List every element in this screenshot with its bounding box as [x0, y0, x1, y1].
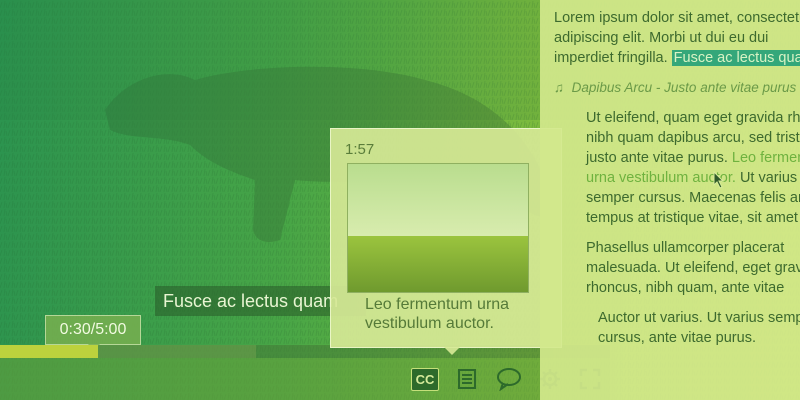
music-note-icon: ♫: [554, 80, 565, 95]
mouse-cursor-icon: [713, 171, 725, 189]
seek-preview-popup: 1:57 Leo fermentum urna vestibulum aucto…: [330, 128, 562, 355]
preview-caption-line: vestibulum auctor.: [365, 315, 494, 332]
preview-thumbnail: [347, 163, 529, 293]
thumbnail-sky: [348, 164, 528, 236]
cc-icon: CC: [410, 367, 440, 391]
active-caption-highlight[interactable]: Fusce ac lectus quam: [671, 50, 800, 66]
chapter-heading[interactable]: ♫ Dapibus Arcu - Justo ante vitae purus: [554, 78, 800, 98]
preview-caption: Leo fermentum urna vestibulum auctor.: [365, 295, 545, 333]
transcript-panel[interactable]: Lorem ipsum dolor sit amet, consectetur …: [540, 0, 800, 400]
chat-button[interactable]: [494, 366, 524, 392]
preview-time: 1:57: [345, 141, 375, 158]
control-bar: CC: [0, 358, 610, 400]
transcript-paragraph[interactable]: Phasellus ullamcorper placerat malesuada…: [554, 238, 800, 298]
transcript-paragraph[interactable]: Ut eleifend, quam eget gravida rhoncus, …: [554, 108, 800, 228]
transcript-icon: [458, 369, 476, 389]
transcript-paragraph[interactable]: Auctor ut varius. Ut varius semper cursu…: [554, 308, 800, 348]
progress-played: [0, 345, 98, 358]
thumbnail-field: [348, 236, 528, 292]
transcript-paragraph[interactable]: Lorem ipsum dolor sit amet, consectetur …: [554, 8, 800, 68]
current-time-badge: 0:30/5:00: [45, 315, 141, 351]
transcript-link[interactable]: Leo fermentum: [732, 150, 800, 166]
transcript-button[interactable]: [452, 366, 482, 392]
captions-button[interactable]: CC: [410, 366, 440, 392]
preview-caption-line: Leo fermentum urna: [365, 296, 510, 313]
speech-bubble-icon: [497, 368, 521, 391]
